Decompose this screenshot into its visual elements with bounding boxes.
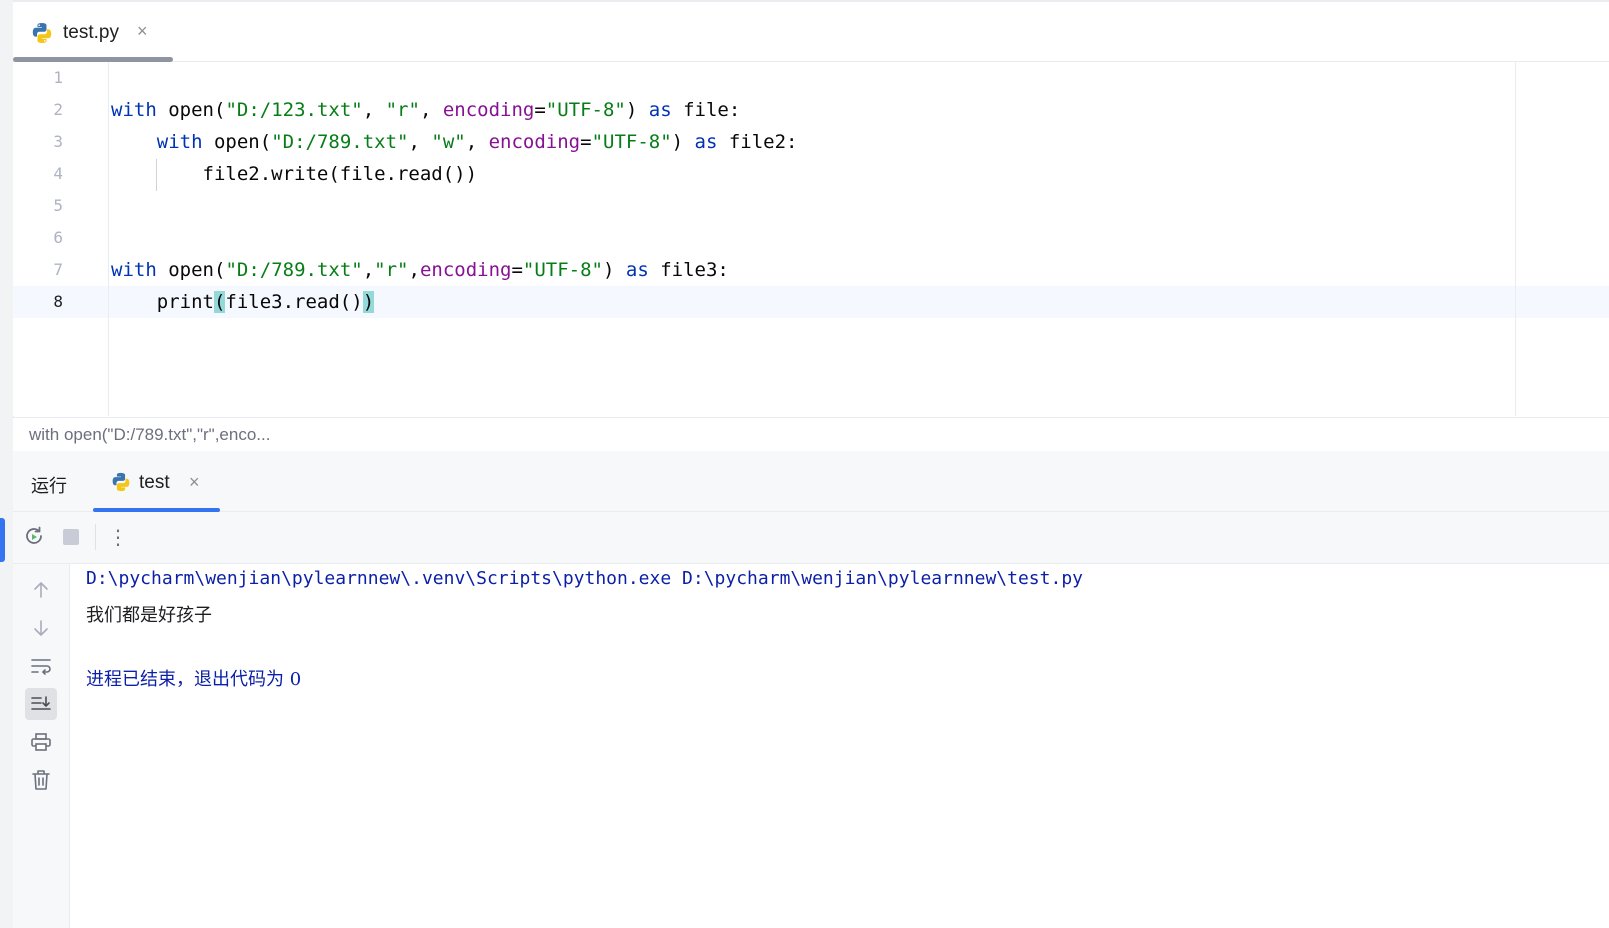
close-icon[interactable]: × <box>137 21 148 42</box>
line-number-gutter: 1 2 3 4 5 6 7 8 <box>13 62 109 416</box>
console-exit-line: 进程已结束，退出代码为 0 <box>86 669 302 690</box>
breadcrumb-text: with open("D:/789.txt","r",enco... <box>29 425 271 444</box>
line-number: 4 <box>53 164 63 183</box>
line-number-active: 8 <box>53 292 63 311</box>
console-command-line: D:\pycharm\wenjian\pylearnnew\.venv\Scri… <box>86 568 1083 589</box>
line-number: 7 <box>53 260 63 279</box>
more-options-button[interactable]: ⋮ <box>105 524 131 550</box>
print-button[interactable] <box>25 726 57 758</box>
line-number: 6 <box>53 228 63 247</box>
scroll-to-end-icon <box>31 696 51 710</box>
code-line-8[interactable]: print(file3.read()) <box>111 286 375 318</box>
rerun-button[interactable] <box>21 524 47 550</box>
rerun-icon <box>26 526 42 544</box>
run-panel-title: 运行 <box>31 476 67 497</box>
active-tool-indicator <box>0 518 5 562</box>
close-icon[interactable]: × <box>189 472 200 493</box>
toolbar-separator <box>95 524 96 550</box>
editor-tab-label: test.py <box>63 22 119 43</box>
scroll-to-end-button[interactable] <box>25 688 57 720</box>
line-number: 2 <box>53 100 63 119</box>
code-editor[interactable]: 1 2 3 4 5 6 7 8 with open("D:/123.txt", … <box>13 62 1609 416</box>
line-number: 5 <box>53 196 63 215</box>
code-line-2[interactable]: with open("D:/123.txt", "r", encoding="U… <box>111 94 740 126</box>
arrow-up-icon <box>34 582 48 598</box>
line-number: 1 <box>53 68 63 87</box>
soft-wrap-icon <box>31 659 51 675</box>
editor-tab-bar: test.py × <box>13 0 1609 62</box>
stop-button[interactable] <box>58 524 84 550</box>
line-number: 3 <box>53 132 63 151</box>
code-line-4[interactable]: file2.write(file.read()) <box>111 158 478 190</box>
scroll-up-button[interactable] <box>25 574 57 606</box>
arrow-down-icon <box>34 620 48 636</box>
print-icon <box>31 733 51 751</box>
right-margin-guide <box>1515 62 1516 416</box>
soft-wrap-button[interactable] <box>25 650 57 682</box>
console-output-line: 我们都是好孩子 <box>86 605 212 626</box>
code-line-3[interactable]: with open("D:/789.txt", "w", encoding="U… <box>111 126 798 158</box>
editor-tab-test-py[interactable]: test.py × <box>13 2 173 62</box>
left-tool-strip <box>0 0 14 928</box>
run-tab-test[interactable]: test × <box>93 451 220 512</box>
stop-icon <box>63 529 79 545</box>
trash-icon <box>32 770 50 790</box>
python-icon <box>32 23 52 43</box>
python-icon <box>112 472 130 492</box>
run-panel-header: 运行 test × <box>13 451 1609 512</box>
breadcrumb[interactable]: with open("D:/789.txt","r",enco... <box>13 417 1609 452</box>
console-output[interactable]: D:\pycharm\wenjian\pylearnnew\.venv\Scri… <box>70 564 1609 928</box>
code-line-7[interactable]: with open("D:/789.txt","r",encoding="UTF… <box>111 254 729 286</box>
run-toolbar: ⋮ <box>13 512 1609 564</box>
console-side-toolbar <box>13 564 70 928</box>
clear-console-button[interactable] <box>25 764 57 796</box>
scroll-down-button[interactable] <box>25 612 57 644</box>
run-tab-label: test <box>139 472 170 493</box>
